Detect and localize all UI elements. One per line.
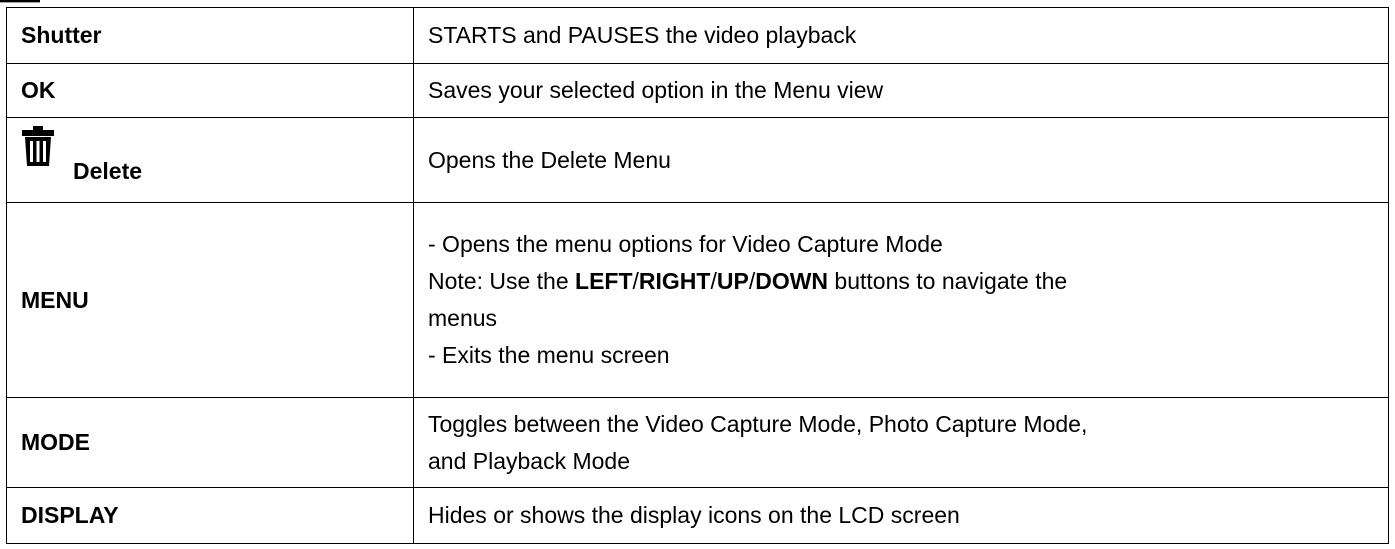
key-cell-menu: MENU bbox=[6, 202, 414, 398]
note-down: DOWN bbox=[755, 268, 829, 294]
desc-cell-menu: - Opens the menu options for Video Captu… bbox=[413, 202, 1389, 398]
key-cell-ok: OK bbox=[6, 63, 414, 118]
note-up: UP bbox=[716, 268, 749, 294]
table-row: MODE Toggles between the Video Capture M… bbox=[6, 397, 1389, 488]
desc-cell-mode: Toggles between the Video Capture Mode, … bbox=[413, 397, 1389, 488]
table-row: Delete Opens the Delete Menu bbox=[6, 117, 1389, 203]
table-row: MENU - Opens the menu options for Video … bbox=[6, 202, 1389, 398]
mode-desc-line: and Playback Mode bbox=[428, 447, 631, 474]
desc-cell-delete: Opens the Delete Menu bbox=[413, 117, 1389, 203]
menu-note-continuation: menus bbox=[428, 305, 498, 331]
note-suffix: buttons to navigate the bbox=[828, 268, 1068, 294]
desc-cell-shutter: STARTS and PAUSES the video playback bbox=[413, 7, 1389, 64]
key-cell-delete: Delete bbox=[6, 117, 414, 203]
key-cell-mode: MODE bbox=[6, 397, 414, 488]
button-function-table: Shutter STARTS and PAUSES the video play… bbox=[6, 7, 1389, 544]
note-left: LEFT bbox=[575, 268, 633, 294]
key-cell-display: DISPLAY bbox=[6, 487, 414, 544]
table-row: Shutter STARTS and PAUSES the video play… bbox=[6, 7, 1389, 64]
desc-cell-ok: Saves your selected option in the Menu v… bbox=[413, 63, 1389, 118]
table-row: OK Saves your selected option in the Men… bbox=[6, 63, 1389, 118]
menu-exit-line: - Exits the menu screen bbox=[428, 342, 670, 368]
delete-key-group: Delete bbox=[21, 118, 399, 202]
cropped-text-fragment bbox=[0, 0, 40, 3]
note-prefix: Note: Use the bbox=[428, 268, 576, 294]
table-row: DISPLAY Hides or shows the display icons… bbox=[6, 487, 1389, 544]
key-cell-shutter: Shutter bbox=[6, 7, 414, 64]
delete-label: Delete bbox=[73, 158, 143, 184]
menu-desc-line: - Opens the menu options for Video Captu… bbox=[428, 231, 943, 257]
note-right: RIGHT bbox=[638, 268, 711, 294]
desc-cell-display: Hides or shows the display icons on the … bbox=[413, 487, 1389, 544]
menu-note-line: Note: Use the LEFT/RIGHT/UP/DOWN buttons… bbox=[428, 263, 1374, 300]
trash-icon bbox=[22, 126, 54, 166]
mode-desc-line: Toggles between the Video Capture Mode, … bbox=[428, 410, 1088, 437]
